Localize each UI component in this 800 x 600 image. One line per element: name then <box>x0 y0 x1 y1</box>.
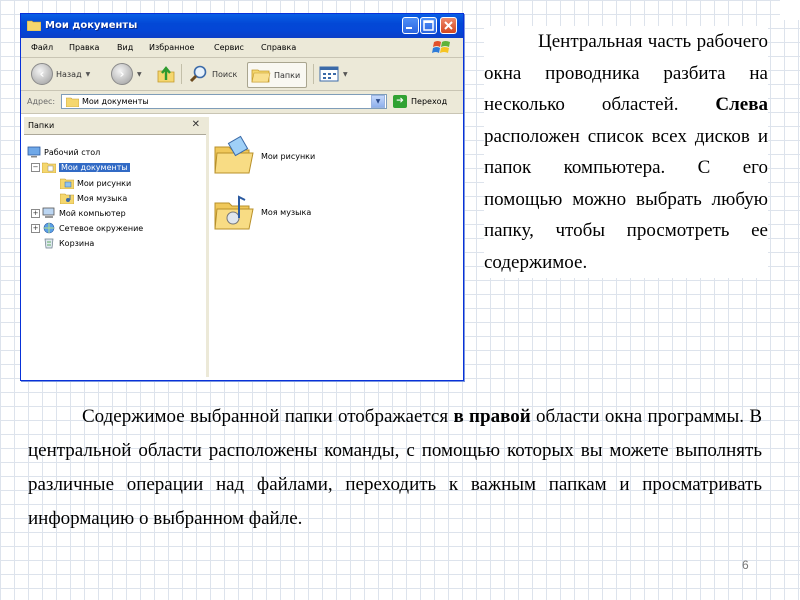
folder-icon <box>27 20 41 31</box>
bottom-text-part1: Содержимое выбранной папки отображается <box>82 406 449 427</box>
tree-item-label: Мои рисунки <box>77 178 132 188</box>
tree-item-desktop[interactable]: Рабочий стол <box>27 145 100 159</box>
forward-arrow-icon: › <box>111 63 133 85</box>
minimize-button[interactable] <box>402 17 419 34</box>
tree-item-my-computer[interactable]: Мой компьютер <box>42 206 126 220</box>
forward-button[interactable]: › ▼ <box>111 62 142 86</box>
menu-favorites[interactable]: Избранное <box>149 43 194 52</box>
chevron-down-icon: ▼ <box>343 70 348 78</box>
side-text-bold: Слева <box>715 94 768 115</box>
folder-icon <box>66 97 79 107</box>
tree-item-recycle-bin[interactable]: Корзина <box>42 236 94 250</box>
maximize-icon <box>423 20 434 31</box>
music-folder-icon <box>60 193 74 204</box>
address-input[interactable]: Мои документы <box>61 94 387 109</box>
title-bar[interactable]: Мои документы <box>21 14 463 38</box>
go-button[interactable]: Переход <box>411 97 447 106</box>
corner-decoration <box>780 0 800 20</box>
toolbar: ‹ Назад ▼ › ▼ Поиск Папки ▼ <box>21 58 463 91</box>
minimize-icon <box>406 27 412 29</box>
tree-item-label: Корзина <box>59 238 95 248</box>
views-icon <box>319 66 339 82</box>
menu-edit[interactable]: Правка <box>69 43 99 52</box>
folders-pane: Папки ✕ Рабочий стол − Мои документы Мои… <box>24 117 209 377</box>
back-button[interactable]: ‹ Назад ▼ <box>31 62 90 86</box>
toolbar-separator <box>181 64 182 84</box>
chevron-down-icon: ▼ <box>85 70 91 78</box>
go-arrow-icon[interactable]: ➔ <box>393 95 407 108</box>
folders-icon <box>251 69 271 83</box>
recycle-bin-icon <box>44 238 54 249</box>
close-icon <box>444 21 453 30</box>
expand-icon[interactable]: + <box>31 209 40 218</box>
music-folder-icon <box>214 195 254 230</box>
chevron-down-icon: ▼ <box>375 98 381 105</box>
menu-tools[interactable]: Сервис <box>214 43 244 52</box>
address-dropdown-button[interactable]: ▼ <box>371 95 385 108</box>
item-my-music[interactable]: Моя музыка <box>213 191 311 233</box>
window-title: Мои документы <box>45 20 138 31</box>
up-button[interactable] <box>156 62 176 86</box>
collapse-icon[interactable]: − <box>31 163 40 172</box>
windows-logo-icon <box>432 41 450 53</box>
pictures-folder-icon <box>60 178 74 189</box>
tree-item-label: Моя музыка <box>77 193 128 203</box>
side-text-part2: расположен список всех дисков и папок ко… <box>484 125 768 273</box>
tree-item-label: Мой компьютер <box>59 208 126 218</box>
explorer-window: Мои документы Файл Правка Вид Избранное … <box>20 13 464 381</box>
menu-view[interactable]: Вид <box>117 43 133 52</box>
bottom-text-bold: в правой <box>453 406 531 427</box>
folders-pane-header: Папки ✕ <box>24 117 206 135</box>
folder-contents-pane: Мои рисунки Моя музыка <box>209 117 460 377</box>
search-button[interactable]: Поиск <box>189 62 237 86</box>
side-description: Центральная часть рабочего окна проводни… <box>484 26 768 278</box>
search-icon <box>189 65 207 83</box>
menu-file[interactable]: Файл <box>31 43 53 52</box>
item-label: Мои рисунки <box>261 151 316 161</box>
desktop-icon <box>27 146 41 158</box>
back-label: Назад <box>56 69 82 79</box>
page-number: 6 <box>742 558 749 572</box>
close-button[interactable] <box>440 17 457 34</box>
address-label: Адрес: <box>27 97 56 106</box>
computer-icon <box>42 207 55 218</box>
maximize-button[interactable] <box>420 17 437 34</box>
tree-item-label: Сетевое окружение <box>59 223 144 233</box>
folders-button[interactable]: Папки <box>247 62 308 88</box>
back-arrow-icon: ‹ <box>31 63 53 85</box>
pictures-folder-icon <box>214 135 254 174</box>
content-area: Папки ✕ Рабочий стол − Мои документы Мои… <box>21 114 463 380</box>
views-button[interactable]: ▼ <box>319 62 348 86</box>
folder-up-icon <box>157 66 175 83</box>
expand-icon[interactable]: + <box>31 224 40 233</box>
item-label: Моя музыка <box>261 207 312 217</box>
tree-item-my-pictures[interactable]: Мои рисунки <box>60 176 131 190</box>
tree-item-label: Мои документы <box>59 162 130 172</box>
chevron-down-icon: ▼ <box>137 70 142 78</box>
folders-label: Папки <box>274 70 301 80</box>
bottom-description: Содержимое выбранной папки отображается … <box>28 400 762 536</box>
search-label: Поиск <box>212 69 238 79</box>
close-icon[interactable]: ✕ <box>192 119 200 130</box>
menu-bar: Файл Правка Вид Избранное Сервис Справка <box>21 39 463 58</box>
tree-item-my-music[interactable]: Моя музыка <box>60 191 127 205</box>
item-my-pictures[interactable]: Мои рисунки <box>213 135 315 177</box>
tree-item-label: Рабочий стол <box>44 147 101 157</box>
address-value: Мои документы <box>82 97 149 106</box>
folders-pane-title: Папки <box>28 121 55 130</box>
menu-help[interactable]: Справка <box>261 43 296 52</box>
folder-icon <box>42 162 56 173</box>
address-bar: Адрес: Мои документы ▼ ➔ Переход <box>21 91 463 114</box>
network-icon <box>43 222 55 234</box>
tree-item-network[interactable]: Сетевое окружение <box>42 221 143 235</box>
tree-item-my-documents[interactable]: Мои документы <box>42 160 130 174</box>
toolbar-separator <box>313 64 314 84</box>
